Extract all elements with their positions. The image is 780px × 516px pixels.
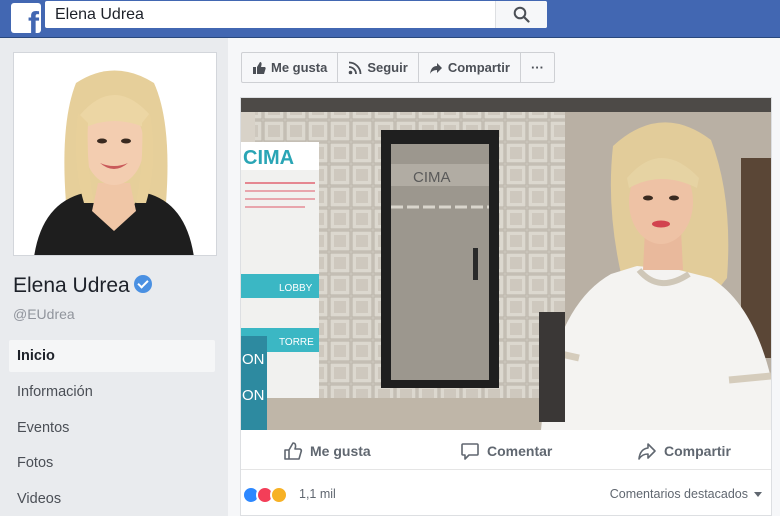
top-bar: f Elena Udrea — [0, 0, 780, 38]
search-input[interactable]: Elena Udrea — [55, 6, 144, 24]
post-image: CIMA CIMA LOBBY TORRE ON ON — [241, 98, 771, 430]
page-like-label: Me gusta — [271, 60, 328, 75]
rss-icon — [349, 61, 362, 74]
nav-item-eventos[interactable]: Eventos — [9, 412, 215, 448]
profile-picture[interactable] — [13, 52, 217, 256]
verified-badge-icon — [133, 275, 152, 293]
nav-item-informacion[interactable]: Información — [9, 376, 215, 412]
nav-item-fotos[interactable]: Fotos — [9, 447, 215, 483]
haha-reaction-icon — [270, 486, 288, 504]
comment-bubble-icon — [461, 443, 479, 460]
page-like-button[interactable]: Me gusta — [242, 53, 339, 82]
post-share-button[interactable]: Compartir — [637, 441, 731, 461]
page-share-label: Compartir — [447, 60, 510, 75]
page-action-bar: Me gusta Seguir Compartir ··· — [241, 52, 555, 83]
page-title[interactable]: Elena Udrea — [13, 274, 152, 298]
edge-text-1: ON — [242, 351, 265, 368]
share-arrow-outline-icon — [638, 443, 656, 460]
page-nav: Inicio Información Eventos Fotos Videos — [9, 340, 215, 516]
search-bar[interactable]: Elena Udrea — [45, 1, 547, 28]
main-column: Me gusta Seguir Compartir ··· CIMA CIMA … — [228, 38, 780, 516]
thumbs-up-outline-icon — [284, 442, 303, 460]
post-action-bar: Me gusta Comentar Compartir — [241, 434, 771, 470]
reaction-icons[interactable] — [242, 486, 288, 504]
banner-logo: CIMA — [243, 147, 294, 169]
page-share-button[interactable]: Compartir — [419, 53, 521, 82]
reaction-count[interactable]: 1,1 mil — [299, 487, 336, 501]
post-share-label: Compartir — [664, 443, 731, 459]
edge-text-2: ON — [242, 387, 265, 404]
post-card: CIMA CIMA LOBBY TORRE ON ON Me gusta Com… — [240, 97, 772, 516]
post-like-label: Me gusta — [310, 443, 371, 459]
comment-button[interactable]: Comentar — [460, 441, 552, 461]
post-like-button[interactable]: Me gusta — [283, 441, 371, 461]
search-icon — [513, 6, 530, 23]
door-logo: CIMA — [413, 169, 451, 186]
share-arrow-icon — [429, 62, 442, 74]
banner-lobby: LOBBY — [279, 283, 313, 294]
search-button[interactable] — [495, 1, 547, 28]
nav-item-inicio[interactable]: Inicio — [9, 340, 215, 372]
thumbs-up-icon — [253, 61, 266, 74]
left-column: Elena Udrea @EUdrea Inicio Información E… — [0, 38, 228, 516]
comment-label: Comentar — [487, 443, 553, 459]
reactions-bar: 1,1 mil Comentarios destacados — [241, 470, 771, 514]
post-photo[interactable]: CIMA CIMA LOBBY TORRE ON ON — [241, 98, 771, 430]
profile-photo — [14, 53, 216, 255]
banner-torre: TORRE — [279, 337, 314, 348]
facebook-logo[interactable]: f — [11, 3, 41, 33]
more-options-button[interactable]: ··· — [521, 53, 554, 82]
follow-label: Seguir — [367, 60, 408, 75]
follow-button[interactable]: Seguir — [338, 53, 419, 82]
nav-item-videos[interactable]: Videos — [9, 483, 215, 516]
page-name-text[interactable]: Elena Udrea — [13, 274, 130, 297]
comment-sort-dropdown[interactable]: Comentarios destacados — [610, 487, 762, 501]
more-options-icon: ··· — [530, 60, 544, 75]
page-handle[interactable]: @EUdrea — [13, 306, 75, 322]
